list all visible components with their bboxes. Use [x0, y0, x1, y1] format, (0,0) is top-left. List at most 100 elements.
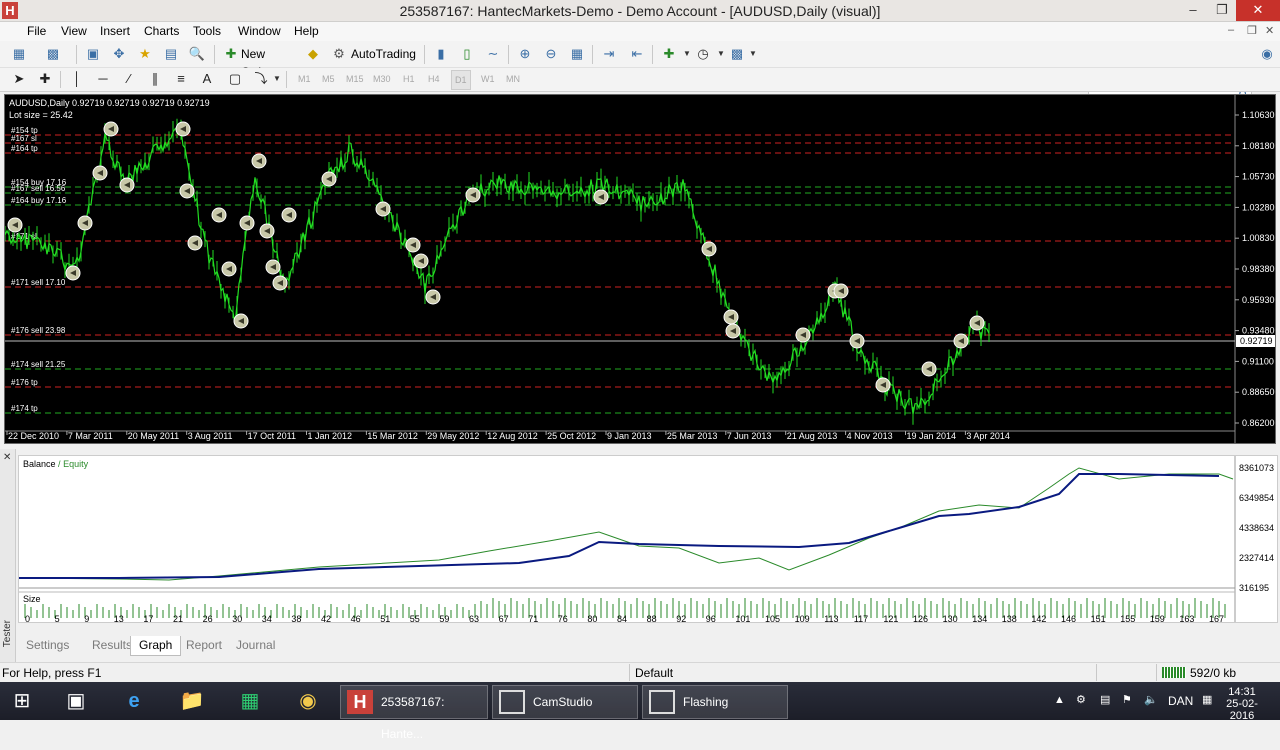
flag-icon[interactable]: ⚑	[1122, 693, 1132, 706]
internet-explorer-icon[interactable]: e	[116, 686, 152, 716]
language-indicator[interactable]: DAN	[1168, 694, 1193, 708]
help-icon[interactable]: ◉	[1258, 45, 1276, 63]
line-studies-toolbar: ➤ ✚ │ ─ ∕ ∥ ≡ A ▢ ⤵ ▼ M1 M5 M15 M30 H1 H…	[0, 68, 1280, 92]
time-tick-label: 17 Oct 2011	[248, 431, 296, 441]
graph-x-label: 76	[558, 614, 568, 623]
order-level-label: #176 tp	[11, 378, 38, 387]
graph-x-label: 84	[617, 614, 627, 623]
text-icon[interactable]: A	[198, 70, 216, 88]
timeframe-m15[interactable]: M15	[346, 70, 364, 88]
volume-icon[interactable]: 🔈	[1144, 693, 1158, 706]
menu-window[interactable]: Window	[238, 23, 281, 39]
price-chart-canvas[interactable]: 1.10630 1.08180 1.05730 1.03280 1.00830 0.983…	[5, 95, 1276, 444]
price-chart[interactable]: 1.10630 1.08180 1.05730 1.03280 1.00830 0.983…	[4, 94, 1276, 444]
timeframe-w1[interactable]: W1	[481, 70, 495, 88]
zoom-out-icon[interactable]: ⊖	[542, 45, 560, 63]
network-icon[interactable]: ▦	[1202, 693, 1212, 706]
terminal-icon[interactable]: ▤	[162, 45, 180, 63]
menu-help[interactable]: Help	[294, 23, 319, 39]
tray-device-icon[interactable]: ▤	[1100, 693, 1110, 706]
order-level-label: #167 sell 16.56	[11, 184, 66, 193]
graph-x-label: 21	[173, 614, 183, 623]
chevron-down-icon[interactable]: ▼	[268, 70, 286, 88]
show-hidden-icons[interactable]: ▲	[1054, 694, 1065, 706]
task-flashing[interactable]: Flashing	[642, 685, 788, 719]
windows-start-icon[interactable]: ⊞	[4, 686, 40, 716]
graph-x-label: 92	[676, 614, 686, 623]
graph-x-label: 142	[1031, 614, 1046, 623]
timeframe-d1[interactable]: D1	[451, 70, 471, 90]
mdi-minimize-icon[interactable]: –	[1228, 24, 1234, 36]
tab-report[interactable]: Report	[178, 636, 230, 656]
trendline-icon[interactable]: ∕	[120, 70, 138, 88]
connection-bars-icon[interactable]	[1162, 667, 1186, 678]
text-label-icon[interactable]: ▢	[226, 70, 244, 88]
timeframe-mn[interactable]: MN	[506, 70, 520, 88]
vertical-line-icon[interactable]: │	[68, 70, 86, 88]
menu-insert[interactable]: Insert	[100, 23, 130, 39]
clock[interactable]: 14:31 25-02-2016	[1220, 686, 1264, 722]
channel-icon[interactable]: ∥	[146, 70, 164, 88]
timeframe-m5[interactable]: M5	[322, 70, 335, 88]
strategy-tester-icon[interactable]: 🔍	[188, 45, 206, 63]
tester-side-label: Tester	[2, 620, 13, 648]
metaeditor-icon[interactable]: ◆	[304, 45, 322, 63]
restore-icon[interactable]: ❐	[1208, 0, 1236, 21]
task-metatrader[interactable]: H 253587167: Hante...	[340, 685, 488, 741]
minimize-icon[interactable]: –	[1178, 0, 1208, 21]
graph-y-label: 4338634	[1239, 523, 1274, 533]
close-icon[interactable]: ✕	[1236, 0, 1280, 21]
mdi-close-icon[interactable]: ✕	[1265, 24, 1274, 37]
navigator-icon[interactable]: ★	[136, 45, 154, 63]
task-camstudio[interactable]: CamStudio	[492, 685, 638, 719]
tester-close-icon[interactable]: ✕	[3, 452, 11, 463]
chart-shift-icon[interactable]: ⇤	[628, 45, 646, 63]
title-bar: H 253587167: HantecMarkets-Demo - Demo A…	[0, 0, 1280, 22]
mdi-restore-icon[interactable]: ❐	[1247, 24, 1257, 37]
status-traffic: 592/0 kb	[1190, 666, 1237, 680]
periods-clock-icon[interactable]: ◷	[694, 45, 712, 63]
cursor-icon[interactable]: ➤	[10, 70, 28, 88]
chevron-down-icon[interactable]: ▼	[744, 45, 762, 63]
market-watch-icon[interactable]: ▣	[84, 45, 102, 63]
new-order-button[interactable]: ✚ New Order	[222, 45, 298, 79]
tab-graph[interactable]: Graph	[130, 636, 182, 656]
bar-chart-icon[interactable]: ▮	[432, 45, 450, 63]
tester-graph[interactable]: 8361073 6349854 4338634 2327414 316195 0 5 9 13 1…	[18, 455, 1278, 623]
indicators-icon[interactable]: ✚	[660, 45, 678, 63]
timeframe-m30[interactable]: M30	[373, 70, 391, 88]
tile-windows-icon[interactable]: ▦	[568, 45, 586, 63]
fibonacci-icon[interactable]: ≡	[172, 70, 190, 88]
graph-x-label: 0	[25, 614, 30, 623]
crosshair-icon[interactable]: ✚	[36, 70, 54, 88]
time-tick-label: 3 Apr 2014	[966, 431, 1010, 441]
timeframe-h1[interactable]: H1	[403, 70, 415, 88]
store-icon[interactable]: ▦	[232, 686, 268, 716]
horizontal-line-icon[interactable]: ─	[94, 70, 112, 88]
timeframe-m1[interactable]: M1	[298, 70, 311, 88]
computer-icon[interactable]: ▣	[58, 686, 94, 716]
menu-tools[interactable]: Tools	[193, 23, 221, 39]
chrome-icon[interactable]: ◉	[290, 686, 326, 716]
autotrading-button[interactable]: ⚙ AutoTrading	[330, 45, 418, 64]
tab-journal[interactable]: Journal	[228, 636, 283, 656]
timeframe-h4[interactable]: H4	[428, 70, 440, 88]
new-chart-icon[interactable]: ▦	[10, 45, 28, 63]
order-level-label: #164 tp	[11, 144, 38, 153]
menu-charts[interactable]: Charts	[144, 23, 179, 39]
tab-settings[interactable]: Settings	[18, 636, 77, 656]
graph-x-label: 63	[469, 614, 479, 623]
tray-app-icon[interactable]: ⚙	[1076, 693, 1086, 706]
file-explorer-icon[interactable]: 📁	[174, 686, 210, 716]
toolbar-divider	[60, 71, 61, 88]
menu-view[interactable]: View	[61, 23, 87, 39]
legend-balance: Balance	[23, 459, 56, 469]
data-window-icon[interactable]: ✥	[110, 45, 128, 63]
zoom-in-icon[interactable]: ⊕	[516, 45, 534, 63]
auto-scroll-icon[interactable]: ⇥	[600, 45, 618, 63]
profiles-icon[interactable]: ▩	[44, 45, 62, 63]
line-chart-icon[interactable]: ∼	[484, 45, 502, 63]
graph-x-label: 121	[883, 614, 898, 623]
menu-file[interactable]: File	[27, 23, 46, 39]
candlesticks-icon[interactable]: ▯	[458, 45, 476, 63]
